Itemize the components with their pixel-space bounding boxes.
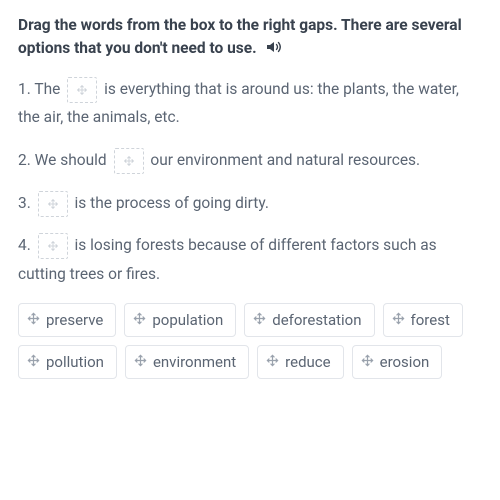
word-label: pollution: [46, 353, 104, 371]
word-option[interactable]: pollution: [18, 345, 117, 379]
sentence-number: 4.: [18, 236, 31, 254]
move-icon: [134, 353, 153, 371]
drop-gap[interactable]: [67, 77, 97, 103]
drop-gap[interactable]: [38, 191, 68, 217]
word-label: preserve: [46, 311, 103, 329]
sentence-text: is losing forests because of different f…: [18, 236, 437, 283]
sentence-3: 3. is the process of going dirty.: [18, 189, 482, 218]
word-option[interactable]: environment: [125, 345, 249, 379]
word-option[interactable]: deforestation: [244, 303, 374, 337]
sentence-text: our environment and natural resources.: [150, 151, 420, 169]
move-icon: [27, 311, 46, 329]
word-option[interactable]: population: [124, 303, 236, 337]
word-label: deforestation: [272, 311, 361, 329]
word-label: environment: [153, 353, 236, 371]
sentence-number: 2.: [18, 151, 31, 169]
move-icon: [361, 353, 380, 371]
sentence-1: 1. The is everything that is around us: …: [18, 75, 482, 132]
instructions: Drag the words from the box to the right…: [18, 14, 482, 61]
sentence-number: 3.: [18, 194, 31, 212]
word-label: population: [152, 311, 223, 329]
audio-icon[interactable]: [266, 38, 282, 61]
word-label: reduce: [285, 353, 330, 371]
word-label: erosion: [380, 353, 430, 371]
move-icon: [253, 311, 272, 329]
sentence-2: 2. We should our environment and natural…: [18, 146, 482, 175]
word-option[interactable]: reduce: [257, 345, 343, 379]
instructions-text: Drag the words from the box to the right…: [18, 16, 462, 57]
drop-gap[interactable]: [114, 148, 144, 174]
word-bank: preserve population deforestation fore: [18, 303, 482, 379]
word-option[interactable]: preserve: [18, 303, 116, 337]
drop-gap[interactable]: [38, 233, 68, 259]
move-icon: [392, 311, 411, 329]
sentence-4: 4. is losing forests because of differen…: [18, 231, 482, 288]
word-label: forest: [411, 311, 450, 329]
move-icon: [133, 311, 152, 329]
word-option[interactable]: forest: [383, 303, 463, 337]
word-option[interactable]: erosion: [352, 345, 443, 379]
sentence-number: 1.: [18, 80, 31, 98]
move-icon: [266, 353, 285, 371]
move-icon: [27, 353, 46, 371]
sentence-text: is the process of going dirty.: [75, 194, 269, 212]
